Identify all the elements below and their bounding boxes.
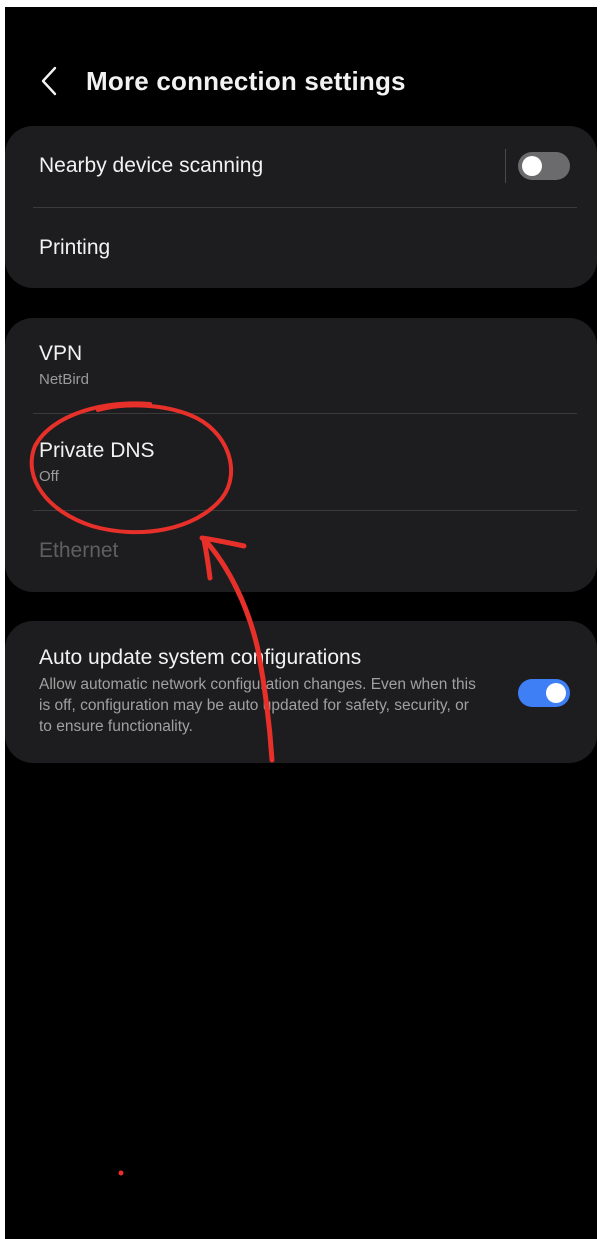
back-button[interactable]	[40, 61, 70, 101]
divider	[33, 510, 577, 511]
auto-update-row[interactable]: Auto update system configurations Allow …	[39, 646, 577, 737]
toggle-knob	[546, 683, 566, 703]
auto-update-description: Allow automatic network configuration ch…	[39, 676, 476, 735]
nearby-device-scanning-toggle[interactable]	[518, 152, 570, 180]
divider	[33, 207, 577, 208]
chevron-left-icon	[41, 66, 57, 96]
app-bar: More connection settings	[40, 56, 406, 106]
nearby-device-scanning-label: Nearby device scanning	[39, 154, 264, 177]
auto-update-toggle[interactable]	[518, 679, 570, 707]
auto-update-label: Auto update system configurations	[39, 646, 362, 669]
divider	[33, 413, 577, 414]
private-dns-row[interactable]: Private DNS Off	[39, 439, 577, 485]
vpn-value: NetBird	[39, 371, 90, 388]
annotation-dot	[118, 1170, 124, 1176]
vpn-label: VPN	[39, 342, 83, 365]
ethernet-row: Ethernet	[39, 539, 577, 563]
screen-edge-top	[0, 0, 600, 7]
vpn-row[interactable]: VPN NetBird	[39, 342, 577, 388]
private-dns-label: Private DNS	[39, 439, 155, 462]
toggle-knob	[522, 156, 542, 176]
page-title: More connection settings	[86, 65, 406, 96]
toggle-separator	[505, 149, 506, 183]
printing-label: Printing	[39, 236, 111, 259]
printing-row[interactable]: Printing	[39, 236, 577, 260]
settings-group-1: Nearby device scanning Printing	[5, 126, 597, 288]
nearby-device-scanning-row[interactable]: Nearby device scanning	[39, 154, 577, 178]
settings-group-2: VPN NetBird Private DNS Off Ethernet	[5, 318, 597, 592]
settings-group-3: Auto update system configurations Allow …	[5, 621, 597, 763]
ethernet-label: Ethernet	[39, 539, 119, 562]
private-dns-value: Off	[39, 468, 59, 485]
